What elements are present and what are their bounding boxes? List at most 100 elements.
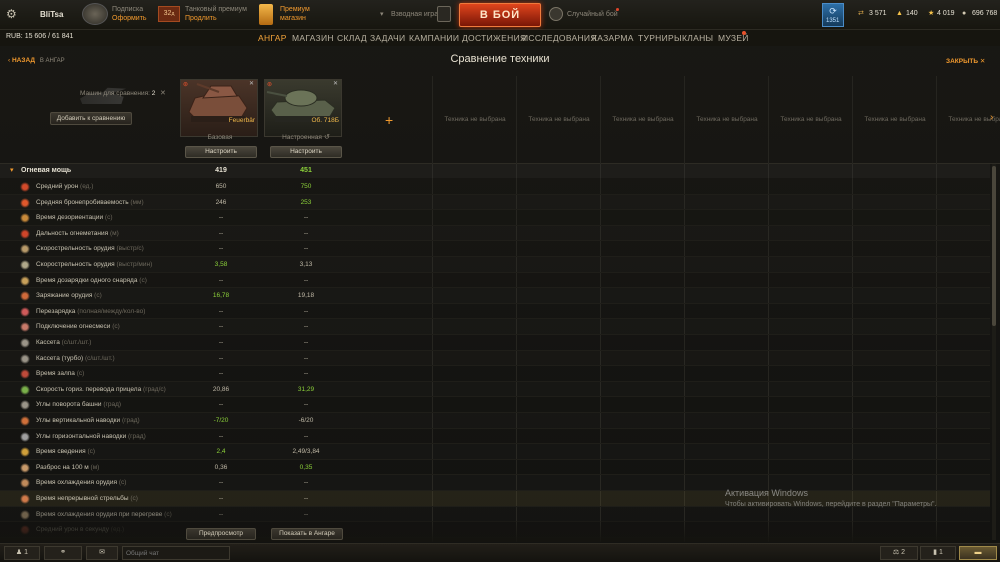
silver-value[interactable]: 696 768: [972, 10, 997, 18]
stat-value-vehicle-2: -6/20: [298, 417, 314, 424]
empty-slot-5[interactable]: Техника не выбрана: [769, 116, 853, 123]
stat-name: Время сведения: [36, 448, 86, 456]
subscription-emblem-icon[interactable]: [82, 3, 108, 25]
add-to-compare-button[interactable]: Добавить к сравнению: [50, 112, 132, 125]
vehicle-card-1[interactable]: ⊛ ✕ Feuerbär: [180, 79, 258, 137]
platoon-icon[interactable]: [437, 6, 451, 22]
platoon-label[interactable]: Взводная игра: [391, 11, 438, 19]
section-firepower[interactable]: ▾ Огневая мощь 419 451: [0, 164, 990, 178]
player-name[interactable]: BliTsa: [40, 10, 63, 19]
stat-label: Кассета (турбо) (с/шт./шт.): [36, 355, 115, 362]
scroll-right-icon[interactable]: ›: [990, 112, 993, 123]
configure-button-1[interactable]: Настроить: [185, 146, 257, 158]
rub-value: 15 606: [24, 33, 47, 40]
table-row: Углы поворота башни (град) -- --: [0, 397, 990, 413]
close-button[interactable]: ЗАКРЫТЬ ✕: [946, 57, 985, 65]
nav-tournaments[interactable]: ТУРНИРЫ: [638, 33, 682, 43]
vehicle-card-2[interactable]: ⊛ ✕ Об. 718Б: [264, 79, 342, 137]
configure-button-2[interactable]: Настроить: [270, 146, 342, 158]
nav-depot[interactable]: СКЛАД: [337, 33, 367, 43]
nav-hangar[interactable]: АНГАР: [258, 33, 287, 43]
table-row: Дальность огнеметания (м) -- --: [0, 226, 990, 242]
comparison-tray-button[interactable]: ▬: [959, 546, 997, 560]
bonds-value[interactable]: 3 571: [869, 10, 887, 18]
stat-value-vehicle-1: --: [218, 401, 224, 409]
battle-mode-icon[interactable]: [549, 7, 563, 21]
stat-value-vehicle-1: 0,36: [214, 463, 228, 471]
empty-slot-1[interactable]: Техника не выбрана: [433, 116, 517, 123]
premium-days-badge[interactable]: 32д: [158, 6, 180, 22]
stat-unit: (град): [103, 401, 122, 409]
nav-achievements[interactable]: ДОСТИЖЕНИЯ: [462, 33, 526, 43]
stat-unit: (с): [112, 323, 120, 331]
stat-value-vehicle-1: --: [218, 245, 224, 253]
table-row: Время сведения (с) 2,4 2,49/3,84: [0, 444, 990, 460]
bonds-icon: ⇄: [858, 10, 864, 17]
back-button[interactable]: ‹ НАЗАД В АНГАР: [8, 57, 65, 64]
top-bar: ⚙ BliTsa Подписка Оформить 32д Танковый …: [0, 0, 1000, 30]
stat-unit: (выстр/мин): [116, 261, 153, 268]
nav-barracks[interactable]: КАЗАРМА: [592, 33, 634, 43]
compare-count-label: Машин для сравнения: 2: [80, 90, 155, 98]
clear-list-icon[interactable]: ✕: [160, 89, 166, 97]
nav-missions[interactable]: ЗАДАЧИ: [370, 33, 405, 43]
overheat-cooling-icon: [20, 509, 30, 520]
scrollbar-thumb[interactable]: [992, 166, 996, 326]
stat-value-vehicle-2: --: [303, 510, 309, 518]
chat-input[interactable]: [122, 546, 230, 560]
stat-label: Углы поворота башни (град): [36, 401, 121, 408]
handshake-button[interactable]: ⚭: [44, 546, 82, 560]
stat-value-vehicle-1: --: [218, 370, 224, 378]
stat-value-vehicle-2: 750: [300, 183, 312, 190]
turret-angles-icon: [20, 400, 30, 411]
stat-label: Кассета (с/шт./шт.): [36, 339, 91, 346]
remove-vehicle-2-icon[interactable]: ✕: [333, 80, 338, 87]
nav-campaigns[interactable]: КАМПАНИИ: [409, 33, 459, 43]
silver-icon: ●: [962, 10, 967, 17]
stat-value-vehicle-2: --: [303, 214, 309, 222]
shop-title[interactable]: Премиум: [280, 6, 310, 14]
free-xp-value[interactable]: 4 019: [937, 10, 955, 18]
reset-config-icon[interactable]: ↺: [324, 133, 330, 141]
nav-shop[interactable]: МАГАЗИН: [292, 33, 334, 43]
subscription-action[interactable]: Оформить: [112, 15, 147, 23]
stats-button[interactable]: ▮ 1: [920, 546, 956, 560]
shop-subtitle[interactable]: магазин: [280, 15, 306, 23]
windows-activation-text: Чтобы активировать Windows, перейдите в …: [725, 501, 937, 508]
stat-name: Средний урон: [36, 183, 79, 190]
main-nav: RUB: 15 606 / 61 841 АНГАР МАГАЗИН СКЛАД…: [0, 30, 1000, 46]
players-button[interactable]: ♟ 1: [4, 546, 40, 560]
stat-name: Время охлаждения орудия при перегреве: [36, 510, 163, 518]
empty-slot-4[interactable]: Техника не выбрана: [685, 116, 769, 123]
stat-unit: (град/с): [143, 385, 166, 393]
rate-of-fire-icon: [20, 244, 30, 255]
nav-clans[interactable]: КЛАНЫ: [682, 33, 713, 43]
empty-slot-3[interactable]: Техника не выбрана: [601, 116, 685, 123]
stat-value-vehicle-1: --: [218, 323, 224, 331]
stun-icon: [20, 213, 30, 224]
empty-slot-2[interactable]: Техника не выбрана: [517, 116, 601, 123]
stat-value-vehicle-1: 3,58: [214, 261, 228, 268]
empty-slot-6[interactable]: Техника не выбрана: [853, 116, 937, 123]
stat-label: Время залпа (с): [36, 370, 84, 377]
stat-label: Углы вертикальной наводки (град): [36, 417, 140, 424]
stat-label: Время непрерывной стрельбы (с): [36, 495, 138, 502]
gold-value[interactable]: 140: [906, 10, 918, 18]
battle-button[interactable]: В БОЙ: [459, 3, 541, 27]
premium-shop-icon[interactable]: [259, 4, 273, 25]
preview-button[interactable]: Предпросмотр: [186, 528, 256, 540]
section-value-1: 419: [215, 167, 227, 174]
remove-vehicle-1-icon[interactable]: ✕: [249, 80, 254, 87]
battle-mode-label[interactable]: Случайный бой: [567, 11, 618, 19]
settings-gear-icon[interactable]: ⚙: [6, 8, 18, 20]
stat-value-vehicle-2: --: [303, 245, 309, 253]
add-vehicle-plus-icon[interactable]: +: [385, 112, 393, 128]
scales-button[interactable]: ⚖ 2: [880, 546, 918, 560]
stat-unit: (град): [128, 432, 146, 440]
chevron-down-icon[interactable]: ▾: [380, 11, 384, 19]
show-in-hangar-button[interactable]: Показать в Ангаре: [271, 528, 343, 540]
nation-icon: ⊛: [267, 82, 273, 88]
chat-button[interactable]: ✉: [86, 546, 118, 560]
nav-research[interactable]: ИССЛЕДОВАНИЯ: [522, 33, 597, 43]
premium-action[interactable]: Продлить: [185, 15, 217, 23]
